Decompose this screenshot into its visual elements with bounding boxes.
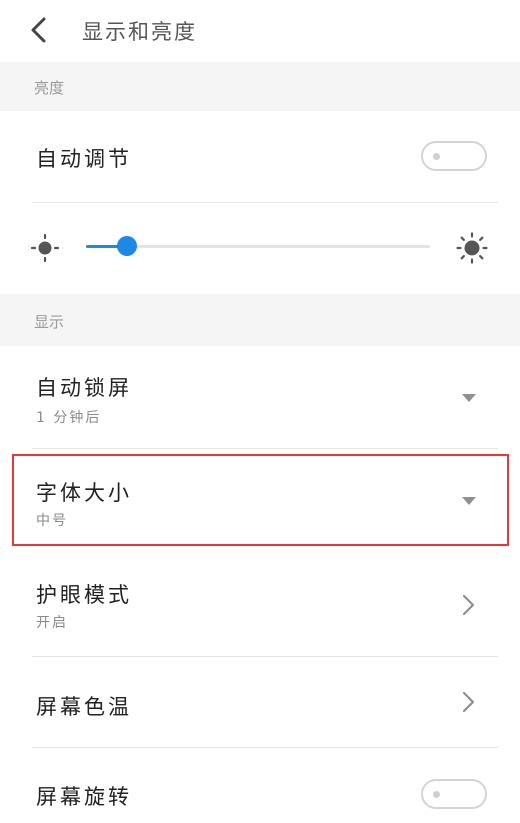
chevron-down-icon[interactable] <box>462 394 476 402</box>
app-header: 显示和亮度 <box>0 0 520 62</box>
highlight-box <box>12 454 509 546</box>
sun-large-icon <box>456 232 488 264</box>
toggle-knob <box>433 791 440 798</box>
chevron-right-icon[interactable] <box>458 593 478 617</box>
brightness-section-label: 亮度 <box>34 79 65 97</box>
page-title: 显示和亮度 <box>82 20 197 44</box>
brightness-slider[interactable] <box>86 236 430 256</box>
screen-rotation-toggle[interactable] <box>421 779 487 809</box>
auto-lock-title: 自动锁屏 <box>36 376 132 400</box>
brightness-slider-row <box>0 203 520 294</box>
brightness-section-header: 亮度 <box>0 62 520 111</box>
auto-lock-value: 1 分钟后 <box>36 410 102 426</box>
screen-rotation-row[interactable]: 屏幕旋转 <box>0 748 520 823</box>
display-section-header: 显示 <box>0 294 520 346</box>
eye-care-value: 开启 <box>36 615 68 631</box>
auto-adjust-row[interactable]: 自动调节 <box>0 111 520 202</box>
chevron-left-icon[interactable] <box>24 14 56 46</box>
color-temperature-title: 屏幕色温 <box>36 695 132 719</box>
screen-rotation-title: 屏幕旋转 <box>36 785 132 809</box>
auto-lock-row[interactable]: 自动锁屏 1 分钟后 <box>0 346 520 448</box>
auto-adjust-toggle[interactable] <box>421 141 487 171</box>
sun-small-icon <box>30 233 60 263</box>
toggle-knob <box>433 153 440 160</box>
chevron-right-icon[interactable] <box>458 690 478 714</box>
auto-adjust-title: 自动调节 <box>36 147 132 171</box>
eye-care-title: 护眼模式 <box>36 583 132 607</box>
color-temperature-row[interactable]: 屏幕色温 <box>0 657 520 747</box>
eye-care-row[interactable]: 护眼模式 开启 <box>0 553 520 656</box>
display-section-label: 显示 <box>34 313 65 331</box>
